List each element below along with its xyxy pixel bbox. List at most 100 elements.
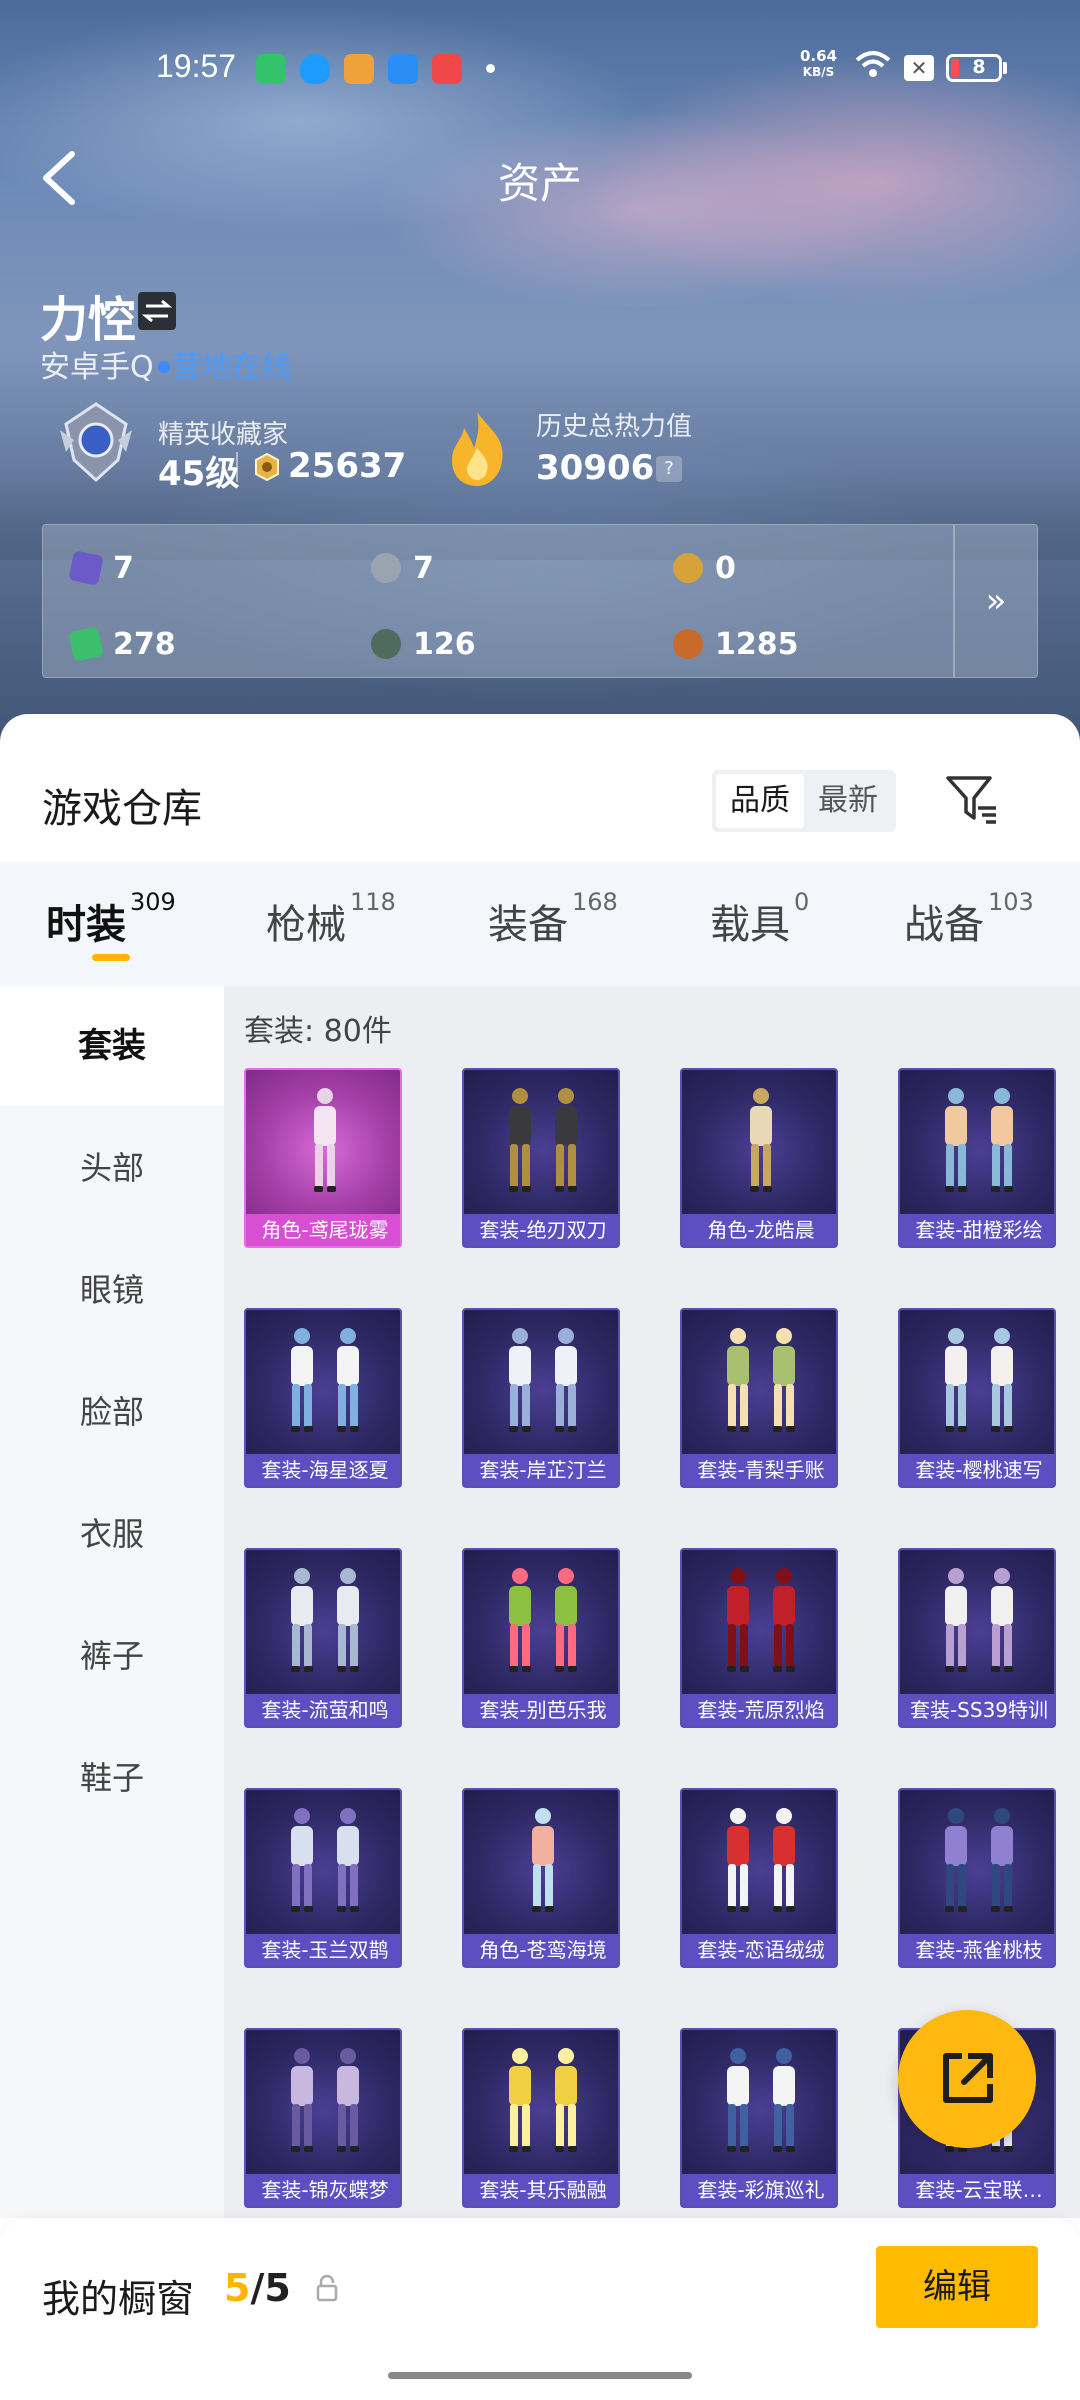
sort-toggle: 品质 最新 [712,770,896,832]
item-card[interactable]: 套装-燕雀桃枝 [898,1788,1056,1968]
item-card-label: 套装-海星逐夏 [246,1454,400,1486]
switch-account-icon[interactable] [138,292,176,330]
item-card-label: 角色-苍鸾海境 [464,1934,618,1966]
player-name: 力悾 [40,292,137,348]
coin-value: 25637 [288,446,407,486]
x-app-icon: ✕ [904,55,934,81]
outfit-figure-icon [509,1328,577,1432]
item-card-label: 套装-樱桃速写 [900,1454,1054,1486]
outfit-figure-icon [291,1328,359,1432]
item-card-label: 套装-燕雀桃枝 [900,1934,1054,1966]
sort-quality-button[interactable]: 品质 [716,774,804,828]
item-card-label: 套装-甜橙彩绘 [900,1214,1054,1246]
sort-newest-button[interactable]: 最新 [804,774,892,828]
item-card[interactable]: 角色-苍鸾海境 [462,1788,620,1968]
tab-equipment[interactable]: 装备 168 [488,888,618,950]
item-card[interactable]: 套装-樱桃速写 [898,1308,1056,1488]
item-card[interactable]: 套装-荒原烈焰 [680,1548,838,1728]
item-card-label: 套装-其乐融融 [464,2174,618,2206]
item-card-label: 套装-流萤和鸣 [246,1694,400,1726]
outfit-figure-icon [945,1328,1013,1432]
outfit-figure-icon [727,1808,795,1912]
item-card-label: 套装-绝刃双刀 [464,1214,618,1246]
item-card[interactable]: 角色-鸢尾珑雾 [244,1068,402,1248]
tab-fashion[interactable]: 时装 309 [46,888,176,950]
outfit-figure-icon [291,1808,359,1912]
item-card[interactable]: 套装-青梨手账 [680,1308,838,1488]
outfit-figure-icon [291,1568,359,1672]
outfit-figure-icon [532,1808,554,1912]
item-card[interactable]: 套装-玉兰双鹊 [244,1788,402,1968]
resource-value: 7 [113,551,134,586]
rank-level: 45级 [158,454,240,494]
item-card[interactable]: 套装-其乐融融 [462,2028,620,2208]
tab-vehicles[interactable]: 载具 0 [710,888,809,950]
item-card[interactable]: 套装-别芭乐我 [462,1548,620,1728]
news-app-icon [344,54,374,84]
outfit-figure-icon [727,2048,795,2152]
edit-button[interactable]: 编辑 [876,2246,1038,2328]
sidebar-item-pants[interactable]: 裤子 [0,1596,224,1716]
sidebar-item-suits[interactable]: 套装 [0,986,224,1106]
wifi-icon [855,51,891,77]
outfit-figure-icon [509,2048,577,2152]
online-status: 营地在线 [171,350,292,385]
item-card-label: 套装-SS39特训 [900,1694,1054,1726]
green-ticket-icon [68,626,104,662]
resource-panel: 7 7 0 278 126 1285 » [42,524,1038,678]
more-notifications-icon [486,64,495,73]
item-card[interactable]: 套装-SS39特训 [898,1548,1056,1728]
outfit-figure-icon [509,1568,577,1672]
item-card-label: 套装-青梨手账 [682,1454,836,1486]
sidebar-item-head[interactable]: 头部 [0,1108,224,1228]
item-card-label: 套装-别芭乐我 [464,1694,618,1726]
tab-guns[interactable]: 枪械 118 [266,888,396,950]
item-card[interactable]: 套装-彩旗巡礼 [680,2028,838,2208]
item-card[interactable]: 套装-恋语绒绒 [680,1788,838,1968]
online-dot-icon [157,360,170,373]
resource-value: 0 [715,551,736,586]
purple-card-icon [68,550,104,586]
outfit-figure-icon [291,2048,359,2152]
showcase-label: 我的橱窗 [42,2277,195,2321]
item-card[interactable]: 角色-龙皓晨 [680,1068,838,1248]
battery-app-icon [256,54,286,84]
tab-supplies[interactable]: 战备 103 [904,888,1034,950]
status-time: 19:57 [156,48,237,84]
item-card-label: 套装-锦灰蝶梦 [246,2174,400,2206]
item-card[interactable]: 套装-甜橙彩绘 [898,1068,1056,1248]
subcategory-sidebar: 套装 头部 眼镜 脸部 衣服 裤子 鞋子 [0,986,224,2218]
network-speed: 0.64 KB/S [800,47,838,79]
sidebar-item-face[interactable]: 脸部 [0,1352,224,1472]
help-icon[interactable]: ? [656,456,682,482]
lock-icon [316,2274,338,2302]
dark-orb-icon [371,629,401,659]
platform-label: 安卓手Q [40,350,154,385]
blue-app-icon [388,54,418,84]
item-card[interactable]: 套装-绝刃双刀 [462,1068,620,1248]
resource-value: 1285 [715,627,799,662]
item-card[interactable]: 套装-流萤和鸣 [244,1548,402,1728]
item-card[interactable]: 套装-岸芷汀兰 [462,1308,620,1488]
resource-value: 278 [113,627,176,662]
resources-more-button[interactable]: » [953,525,1037,677]
sidebar-item-clothes[interactable]: 衣服 [0,1474,224,1594]
divider [236,452,238,482]
resource-value: 7 [413,551,434,586]
item-card[interactable]: 套装-海星逐夏 [244,1308,402,1488]
filter-icon[interactable] [944,772,1000,826]
outfit-figure-icon [945,1088,1013,1192]
item-card-label: 套装-彩旗巡礼 [682,2174,836,2206]
share-external-button[interactable] [898,2010,1036,2148]
outfit-figure-icon [727,1328,795,1432]
item-card-label: 角色-龙皓晨 [682,1214,836,1246]
battery-tip [1003,62,1007,74]
sidebar-item-shoes[interactable]: 鞋子 [0,1718,224,1838]
video-app-icon [432,54,462,84]
heat-label: 历史总热力值 [536,412,693,442]
sidebar-item-glasses[interactable]: 眼镜 [0,1230,224,1350]
collection-coin-icon [255,452,279,482]
home-indicator[interactable] [388,2372,692,2379]
item-card[interactable]: 套装-锦灰蝶梦 [244,2028,402,2208]
outfit-figure-icon [750,1088,772,1192]
